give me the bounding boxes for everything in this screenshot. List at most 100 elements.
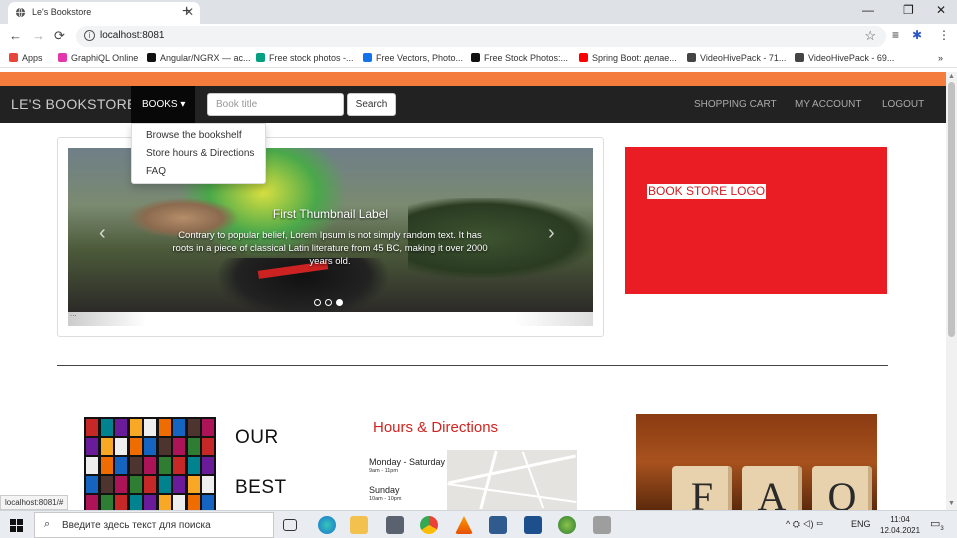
reading-list-icon[interactable]: ≡ bbox=[892, 28, 899, 42]
bookmark-apps[interactable]: Apps bbox=[9, 53, 43, 63]
bestsellers-heading-our: OUR bbox=[235, 427, 279, 448]
forward-button[interactable]: → bbox=[32, 28, 45, 43]
faq-block-f: F bbox=[672, 466, 732, 510]
carousel-caption-text: Contrary to popular belief, Lorem Ipsum … bbox=[172, 230, 488, 267]
nav-logout[interactable]: LOGOUT bbox=[882, 99, 924, 110]
book-cover bbox=[86, 419, 98, 436]
carousel-next-button[interactable]: › bbox=[548, 222, 555, 245]
extension-icon[interactable]: ✱ bbox=[912, 28, 922, 42]
graphql-icon bbox=[58, 53, 67, 62]
bookmark-item[interactable]: Spring Boot: делае... bbox=[579, 53, 677, 63]
faq-image[interactable]: F A Q bbox=[636, 414, 877, 510]
carousel-indicator[interactable] bbox=[325, 299, 332, 306]
browser-tab[interactable]: Le's Bookstore ✕ bbox=[8, 2, 200, 24]
bookmark-star-icon[interactable]: ☆ bbox=[864, 28, 876, 44]
edge-icon[interactable] bbox=[318, 516, 336, 534]
bookmark-item[interactable]: Free Stock Photos:... bbox=[471, 53, 568, 63]
faq-block-q: Q bbox=[812, 466, 872, 510]
restore-button[interactable]: ❐ bbox=[903, 3, 914, 17]
language-indicator[interactable]: ENG bbox=[851, 519, 871, 529]
nav-shopping-cart[interactable]: SHOPPING CART bbox=[694, 99, 777, 110]
book-cover bbox=[202, 476, 214, 493]
vlc-icon[interactable] bbox=[455, 516, 473, 534]
carousel-indicator[interactable] bbox=[314, 299, 321, 306]
system-tray-icons[interactable]: ^ ⛭ ◁) ▭ bbox=[786, 519, 823, 530]
scroll-up-arrow[interactable]: ▲ bbox=[948, 73, 955, 80]
bookmark-item[interactable]: Free Vectors, Photo... bbox=[363, 53, 463, 63]
link-status-bar: localhost:8081/# bbox=[0, 495, 69, 510]
book-cover bbox=[129, 419, 142, 436]
bestsellers-image[interactable] bbox=[84, 417, 216, 510]
book-cover bbox=[187, 438, 200, 455]
freepik-icon bbox=[363, 53, 372, 62]
bookmark-item[interactable]: Angular/NGRX — ас... bbox=[147, 53, 251, 63]
bookmark-item[interactable]: Free stock photos -... bbox=[256, 53, 354, 63]
tab-strip: Le's Bookstore ✕ + — ❐ ✕ bbox=[0, 0, 957, 24]
book-cover bbox=[158, 438, 171, 455]
chrome-icon[interactable] bbox=[420, 516, 438, 534]
book-cover bbox=[115, 438, 127, 455]
hours-directions-title[interactable]: Hours & Directions bbox=[373, 419, 498, 436]
book-cover bbox=[86, 438, 98, 455]
book-search-input[interactable]: Book title bbox=[207, 93, 344, 116]
paint-icon[interactable] bbox=[593, 516, 611, 534]
directions-map[interactable] bbox=[447, 450, 577, 510]
new-tab-button[interactable]: + bbox=[182, 2, 191, 22]
back-button[interactable]: ← bbox=[9, 28, 22, 43]
book-cover bbox=[202, 438, 214, 455]
book-cover bbox=[115, 457, 127, 474]
page-viewport: LE'S BOOKSTORE BOOKS ▾ Book title Search… bbox=[0, 72, 946, 510]
address-bar[interactable]: i localhost:8081 ☆ bbox=[76, 26, 886, 47]
reload-button[interactable]: ⟳ bbox=[54, 28, 65, 44]
book-cover bbox=[86, 476, 98, 493]
site-info-icon[interactable]: i bbox=[84, 30, 95, 41]
tab-title: Le's Bookstore bbox=[32, 7, 92, 17]
books-dropdown-menu: Browse the bookshelf Store hours & Direc… bbox=[131, 123, 266, 184]
task-view-icon[interactable] bbox=[283, 519, 297, 531]
book-cover bbox=[187, 419, 200, 436]
carousel-prev-button[interactable]: ‹ bbox=[99, 222, 106, 245]
bookmarks-overflow-button[interactable]: » bbox=[938, 53, 943, 63]
menu-icon[interactable]: ⋮ bbox=[938, 28, 950, 42]
file-explorer-icon[interactable] bbox=[350, 516, 368, 534]
book-cover bbox=[202, 419, 214, 436]
menu-item-faq[interactable]: FAQ bbox=[146, 166, 166, 177]
taskbar-search-input[interactable]: ⌕ Введите здесь текст для поиска bbox=[34, 512, 274, 538]
app-icon[interactable] bbox=[558, 516, 576, 534]
windows-start-icon[interactable] bbox=[10, 519, 23, 532]
scrollbar-thumb[interactable] bbox=[948, 82, 955, 337]
site-brand[interactable]: LE'S BOOKSTORE bbox=[11, 96, 137, 112]
carousel-indicator-active[interactable] bbox=[336, 299, 343, 306]
notifications-icon[interactable]: ▭3 bbox=[930, 517, 944, 532]
b-icon bbox=[471, 53, 480, 62]
book-cover bbox=[129, 495, 142, 510]
books-dropdown-toggle[interactable]: BOOKS ▾ bbox=[131, 86, 195, 123]
bookstore-logo: BOOK STORE LOGO bbox=[625, 147, 887, 294]
bookmarks-bar: Apps GraphiQL Online Angular/NGRX — ас..… bbox=[0, 49, 957, 68]
app-icon[interactable] bbox=[524, 516, 542, 534]
book-cover bbox=[173, 438, 185, 455]
book-cover bbox=[173, 476, 185, 493]
nav-my-account[interactable]: MY ACCOUNT bbox=[795, 99, 862, 110]
bookmark-item[interactable]: VideoHivePack - 71... bbox=[687, 53, 786, 63]
bookmark-item[interactable]: GraphiQL Online bbox=[58, 53, 138, 63]
book-cover bbox=[144, 457, 156, 474]
url-text: localhost:8081 bbox=[100, 30, 165, 41]
vscode-icon[interactable] bbox=[489, 516, 507, 534]
book-cover bbox=[144, 476, 156, 493]
page-scrollbar[interactable]: ▲ ▼ bbox=[946, 72, 957, 510]
menu-item-browse-bookshelf[interactable]: Browse the bookshelf bbox=[146, 130, 242, 141]
calculator-icon[interactable] bbox=[386, 516, 404, 534]
scroll-down-arrow[interactable]: ▼ bbox=[948, 500, 955, 507]
close-window-button[interactable]: ✕ bbox=[936, 3, 946, 17]
book-cover bbox=[173, 419, 185, 436]
minimize-button[interactable]: — bbox=[862, 3, 874, 17]
faq-block-a: A bbox=[742, 466, 802, 510]
bookmark-item[interactable]: VideoHivePack - 69... bbox=[795, 53, 894, 63]
apps-grid-icon bbox=[9, 53, 18, 62]
search-button[interactable]: Search bbox=[347, 93, 396, 116]
book-cover bbox=[129, 457, 142, 474]
search-icon: ⌕ bbox=[44, 518, 51, 530]
taskbar-clock[interactable]: 11:04 12.04.2021 bbox=[880, 514, 920, 536]
menu-item-store-hours[interactable]: Store hours & Directions bbox=[146, 148, 254, 159]
